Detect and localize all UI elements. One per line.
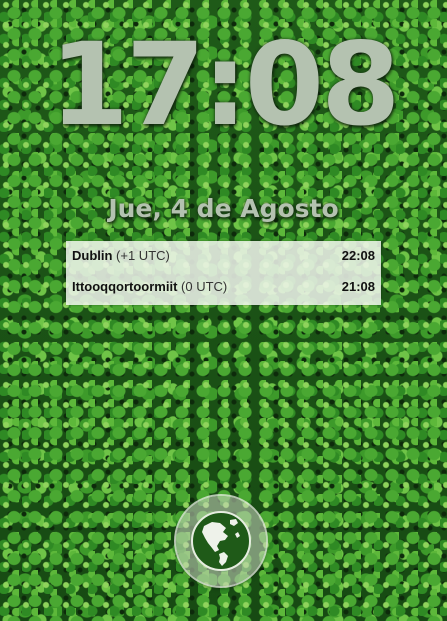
lock-screen: { "clock": { "time": "17:08", "date": "J…	[0, 0, 447, 621]
city-name: Dublin	[72, 248, 113, 263]
city-name: Ittooqqortoormiit	[72, 279, 178, 294]
world-clock-panel: Dublin (+1 UTC) 22:08 Ittooqqortoormiit …	[66, 241, 381, 305]
world-clock-city: Dublin (+1 UTC)	[72, 246, 170, 266]
utc-offset: (+1 UTC)	[112, 248, 170, 263]
clock-time: 17:08	[49, 18, 401, 151]
world-clock-row: Ittooqqortoormiit (0 UTC) 21:08	[72, 277, 375, 297]
city-time: 22:08	[341, 248, 375, 263]
utc-offset: (0 UTC)	[177, 279, 228, 294]
city-time: 21:08	[341, 279, 375, 294]
world-clock-row: Dublin (+1 UTC) 22:08	[72, 246, 375, 266]
world-clock-city: Ittooqqortoormiit (0 UTC)	[72, 277, 227, 297]
globe-button[interactable]	[176, 496, 266, 586]
clock-date: Jue, 4 de Agosto	[108, 194, 339, 223]
globe-icon	[191, 511, 251, 571]
